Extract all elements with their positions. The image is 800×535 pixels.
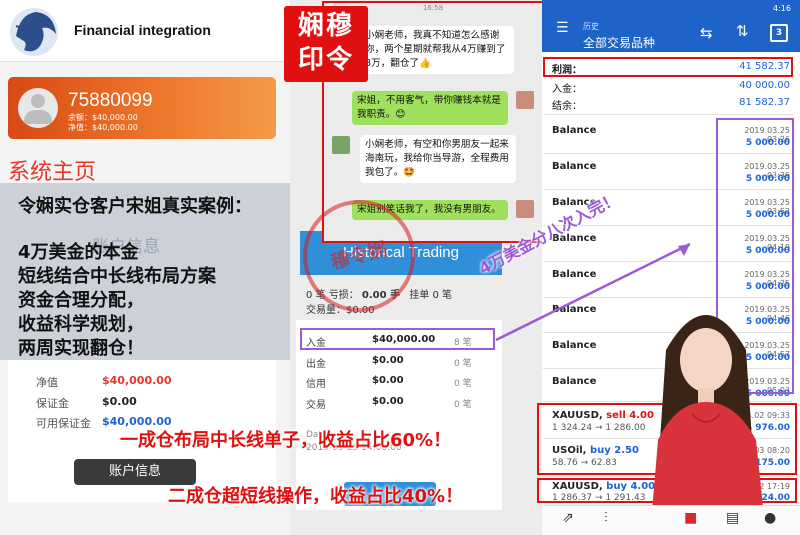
case-line: 4万美金的本金 (18, 242, 139, 263)
home-title: 系统主页 (8, 160, 97, 185)
history-icon[interactable]: ■ (684, 510, 697, 526)
stats-c: 挂单 0 笔 (409, 290, 452, 301)
phone-status-time: 4:16 (773, 4, 791, 13)
phone-header (542, 0, 800, 52)
chat-message: 宋姐，不用客气，带你赚钱本就是我职责。😊 (352, 91, 508, 125)
balance-row-label: Balance (552, 125, 597, 136)
account-number: 75880099 (68, 90, 153, 111)
avatar-body-icon (24, 110, 52, 124)
margin-value: $0.00 (102, 395, 137, 408)
equity-line: 净值：$40,000.00 (68, 123, 138, 132)
short-term-note: 二成仓超短线操作，收益占比40%！ (168, 486, 464, 507)
withdraw-label: 出金 (306, 359, 326, 370)
balance-row-label: Balance (552, 161, 597, 172)
withdraw-count: 0 笔 (454, 359, 472, 369)
client-avatar (332, 136, 350, 154)
avatar-head-icon (31, 94, 45, 108)
credit-value: $0.00 (372, 375, 404, 386)
stamp-line-2: 印令 (297, 45, 354, 75)
withdraw-value: $0.00 (372, 355, 404, 366)
case-title: 令娴实仓客户宋姐真实案例： (18, 196, 252, 217)
deposit-value: 40 000.00 (739, 80, 790, 91)
balance-value: 81 582.37 (739, 97, 790, 108)
back-arrow-icon[interactable]: ☰ (556, 20, 569, 36)
sort-icon[interactable]: ⇅ (736, 22, 749, 40)
candles-icon[interactable]: ⫶ (604, 510, 608, 526)
calendar-icon[interactable]: 3 (770, 24, 788, 42)
history-subtitle: 历史 (583, 22, 599, 31)
case-line: 两周实现翻仓！ (18, 338, 144, 359)
stamp-line-1: 娴穆 (297, 11, 354, 41)
margin-label: 保证金 (36, 397, 69, 410)
case-line: 资金合理分配， (18, 290, 144, 311)
case-line: 收益科学规划， (18, 314, 144, 335)
name-stamp: 娴穆 印令 (284, 6, 368, 82)
chat-message: 小娴老师，我真不知道怎么感谢你，两个星期就帮我从4万赚到了8万，翻仓了👍 (360, 26, 514, 74)
trade-count: 0 笔 (454, 400, 472, 410)
case-line: 短线结合中长线布局方案 (18, 266, 216, 287)
divider (543, 114, 793, 115)
profit-label: 利润： (552, 65, 582, 76)
symbols-title[interactable]: 全部交易品种 (583, 34, 655, 51)
chat-message: 小娴老师，有空和你男朋友一起来海南玩，我给你当导游，全程费用我包了。🤩 (360, 135, 516, 183)
free-margin-label: 可用保证金 (36, 417, 91, 430)
advisor-avatar (516, 91, 534, 109)
trade-value: $0.00 (372, 396, 404, 407)
deposit-highlight-box (300, 328, 495, 350)
chat-icon[interactable]: ● (764, 510, 776, 526)
deposit-label: 入金： (552, 84, 582, 95)
news-icon[interactable]: ▤ (726, 510, 739, 526)
phone-bottom-nav (542, 505, 800, 535)
advisor-avatar (516, 200, 534, 218)
equity-value: $40,000.00 (102, 374, 172, 387)
credit-label: 信用 (306, 379, 326, 390)
balance-label: 结余： (552, 101, 582, 112)
long-term-note: 一成仓布局中长线单子，收益占比60%！ (120, 430, 452, 451)
currency-icon[interactable]: ⇆ (700, 24, 713, 42)
equity-label: 净值 (36, 376, 58, 389)
balance-row-label: Balance (552, 376, 597, 387)
trade-icon[interactable]: ⇗ (562, 510, 574, 526)
trade-label: 交易 (306, 400, 326, 411)
brand-name: Financial integration (74, 22, 211, 38)
profit-value: 41 582.37 (739, 61, 790, 72)
lion-logo-icon (10, 8, 58, 56)
credit-count: 0 笔 (454, 379, 472, 389)
